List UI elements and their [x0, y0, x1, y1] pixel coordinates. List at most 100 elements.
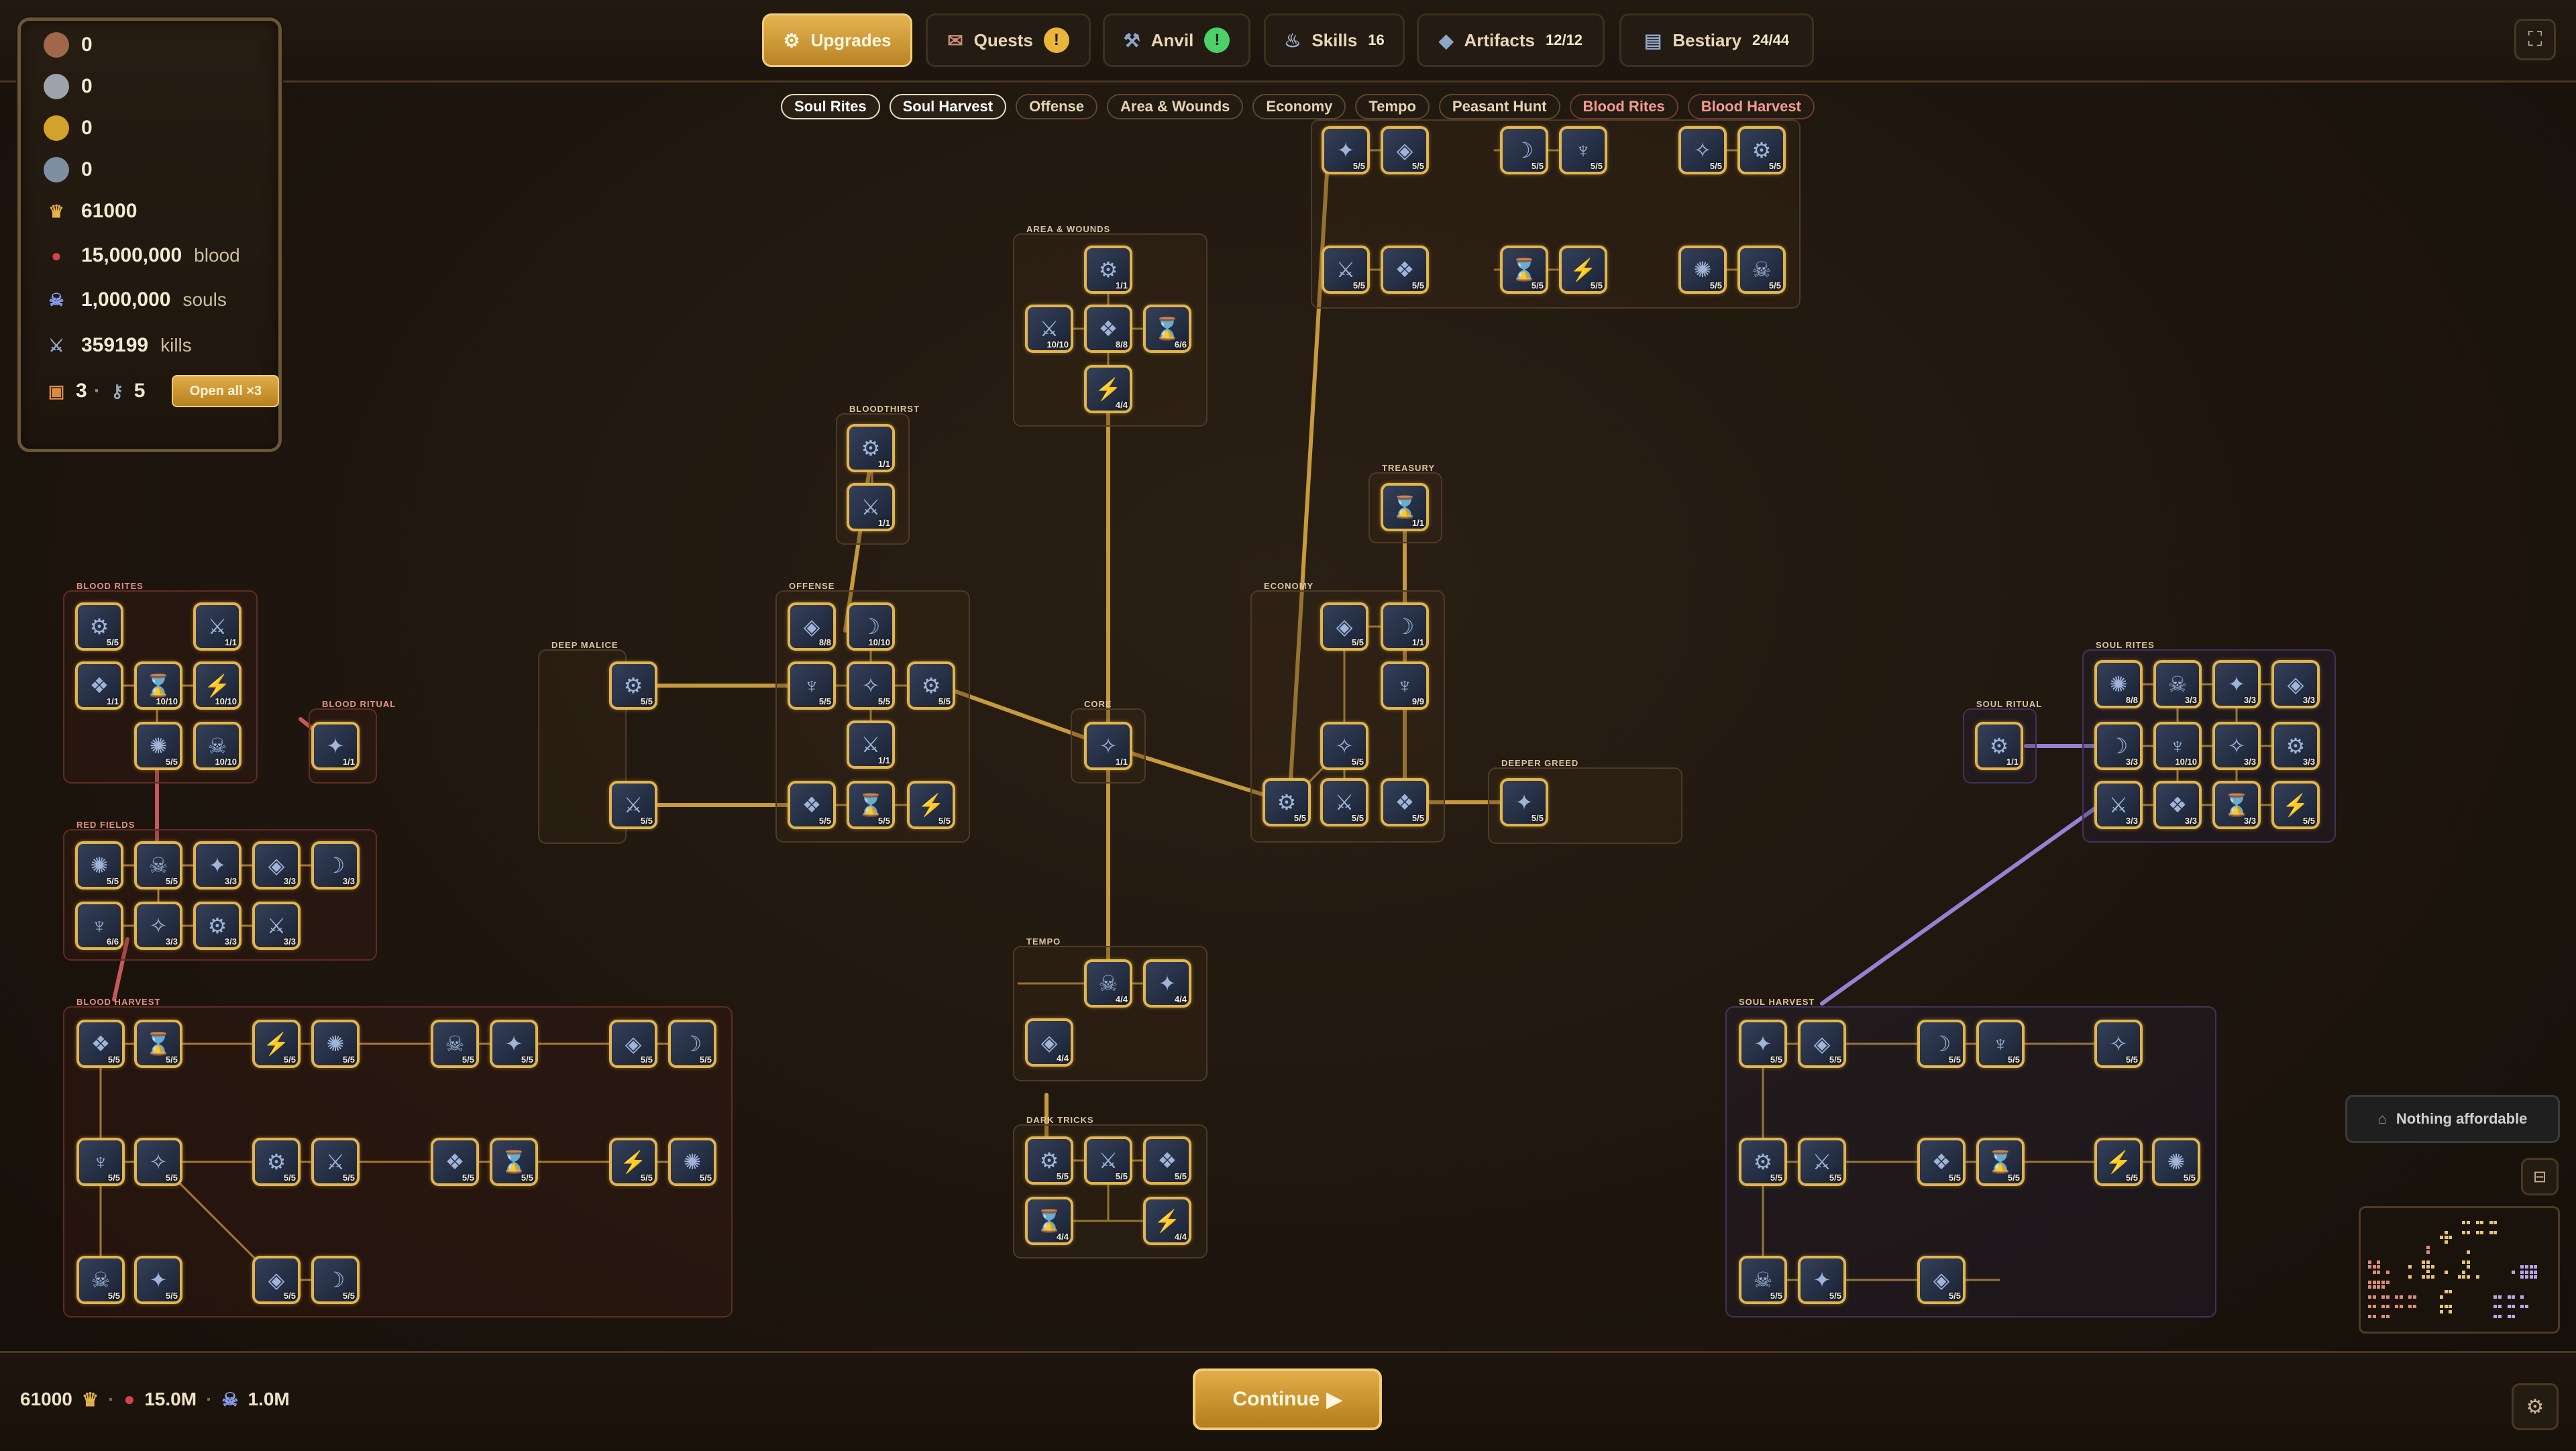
skill-node-area-wounds[interactable]: ⚙ 1/1 — [1084, 246, 1132, 294]
skill-node-blood-harvest[interactable]: ✦ 5/5 — [490, 1020, 538, 1068]
skill-node-blood-rites[interactable]: ⚡ 10/10 — [193, 661, 241, 710]
skill-node-blood-harvest[interactable]: ⚔ 5/5 — [311, 1138, 360, 1186]
skill-node-blood-harvest[interactable]: ⌛ 5/5 — [134, 1020, 182, 1068]
skill-node-soul-harvest[interactable]: ☽ 5/5 — [1917, 1020, 1966, 1068]
skill-node-tempo[interactable]: ✦ 4/4 — [1143, 959, 1191, 1008]
skill-node-soul-harvest[interactable]: ❖ 5/5 — [1917, 1138, 1966, 1186]
collapse-button[interactable]: ⊟ — [2521, 1158, 2559, 1195]
skill-node-dark-tricks[interactable]: ⚡ 4/4 — [1143, 1197, 1191, 1245]
skill-node-offense[interactable]: ♆ 5/5 — [788, 661, 836, 710]
skill-node-blood-harvest[interactable]: ✺ 5/5 — [311, 1020, 360, 1068]
skill-node-peasant-hunt[interactable]: ⌛ 5/5 — [1500, 246, 1548, 294]
skill-node-soul-ritual[interactable]: ⚙ 1/1 — [1975, 722, 2023, 770]
skill-node-red-fields[interactable]: ☽ 3/3 — [311, 841, 360, 890]
skill-node-dark-tricks[interactable]: ⚔ 5/5 — [1084, 1136, 1132, 1185]
skill-node-peasant-hunt[interactable]: ⚔ 5/5 — [1322, 246, 1370, 294]
skill-node-soul-rites[interactable]: ♆ 10/10 — [2153, 722, 2202, 770]
skill-node-bloodthirst[interactable]: ⚔ 1/1 — [847, 483, 895, 531]
skill-node-peasant-hunt[interactable]: ◈ 5/5 — [1381, 126, 1429, 174]
skill-node-blood-harvest[interactable]: ⌛ 5/5 — [490, 1138, 538, 1186]
skill-node-peasant-hunt[interactable]: ☠ 5/5 — [1737, 246, 1786, 294]
minimap[interactable] — [2359, 1206, 2560, 1334]
skill-node-economy[interactable]: ◈ 5/5 — [1320, 602, 1368, 651]
skill-node-soul-rites[interactable]: ✦ 3/3 — [2212, 660, 2261, 708]
skill-node-economy[interactable]: ❖ 5/5 — [1381, 778, 1429, 826]
skill-node-blood-rites[interactable]: ⚔ 1/1 — [193, 602, 241, 651]
skill-node-blood-harvest[interactable]: ✦ 5/5 — [134, 1256, 182, 1304]
skill-node-red-fields[interactable]: ✦ 3/3 — [193, 841, 241, 890]
skill-node-economy[interactable]: ✧ 5/5 — [1320, 722, 1368, 770]
skill-node-soul-rites[interactable]: ✧ 3/3 — [2212, 722, 2261, 770]
skill-node-blood-harvest[interactable]: ✧ 5/5 — [134, 1138, 182, 1186]
skill-node-peasant-hunt[interactable]: ✦ 5/5 — [1322, 126, 1370, 174]
skill-node-peasant-hunt[interactable]: ❖ 5/5 — [1381, 246, 1429, 294]
skill-node-dark-tricks[interactable]: ⌛ 4/4 — [1025, 1197, 1073, 1245]
settings-button[interactable]: ⚙ — [2512, 1383, 2559, 1430]
skill-node-blood-rites[interactable]: ⚙ 5/5 — [75, 602, 123, 651]
skill-node-deep-malice[interactable]: ⚔ 5/5 — [609, 781, 657, 829]
skill-node-red-fields[interactable]: ◈ 3/3 — [252, 841, 301, 890]
skill-node-offense[interactable]: ❖ 5/5 — [788, 781, 836, 829]
continue-button[interactable]: Continue ▶ — [1193, 1368, 1382, 1430]
skill-node-soul-harvest[interactable]: ⌛ 5/5 — [1976, 1138, 2025, 1186]
skill-node-peasant-hunt[interactable]: ☽ 5/5 — [1500, 126, 1548, 174]
skill-node-treasury[interactable]: ⌛ 1/1 — [1381, 483, 1429, 531]
skill-node-offense[interactable]: ✧ 5/5 — [847, 661, 895, 710]
skill-node-offense[interactable]: ⚡ 5/5 — [907, 781, 955, 829]
skill-node-blood-rites[interactable]: ☠ 10/10 — [193, 722, 241, 770]
skill-node-peasant-hunt[interactable]: ♆ 5/5 — [1559, 126, 1607, 174]
skill-node-soul-rites[interactable]: ✺ 8/8 — [2094, 660, 2143, 708]
skill-node-soul-harvest[interactable]: ♆ 5/5 — [1976, 1020, 2025, 1068]
skill-node-soul-rites[interactable]: ⚡ 5/5 — [2271, 781, 2320, 829]
skill-node-blood-harvest[interactable]: ◈ 5/5 — [609, 1020, 657, 1068]
skill-node-offense[interactable]: ⌛ 5/5 — [847, 781, 895, 829]
skill-node-red-fields[interactable]: ⚔ 3/3 — [252, 902, 301, 950]
skill-node-dark-tricks[interactable]: ⚙ 5/5 — [1025, 1136, 1073, 1185]
skill-node-red-fields[interactable]: ✧ 3/3 — [134, 902, 182, 950]
skill-node-area-wounds[interactable]: ⚔ 10/10 — [1025, 305, 1073, 353]
skill-node-blood-harvest[interactable]: ☠ 5/5 — [76, 1256, 125, 1304]
skill-node-soul-harvest[interactable]: ✺ 5/5 — [2152, 1138, 2200, 1186]
skill-node-blood-rites[interactable]: ❖ 1/1 — [75, 661, 123, 710]
skill-node-soul-rites[interactable]: ⌛ 3/3 — [2212, 781, 2261, 829]
skill-node-red-fields[interactable]: ✺ 5/5 — [75, 841, 123, 890]
skill-node-deeper-greed[interactable]: ✦ 5/5 — [1500, 778, 1548, 826]
skill-node-soul-harvest[interactable]: ✦ 5/5 — [1798, 1256, 1846, 1304]
skill-node-offense[interactable]: ⚙ 5/5 — [907, 661, 955, 710]
skill-node-dark-tricks[interactable]: ❖ 5/5 — [1143, 1136, 1191, 1185]
skill-node-peasant-hunt[interactable]: ⚙ 5/5 — [1737, 126, 1786, 174]
skill-node-red-fields[interactable]: ♆ 6/6 — [75, 902, 123, 950]
skill-node-economy[interactable]: ⚔ 5/5 — [1320, 778, 1368, 826]
skill-node-blood-ritual[interactable]: ✦ 1/1 — [311, 722, 360, 770]
skill-node-area-wounds[interactable]: ❖ 8/8 — [1084, 305, 1132, 353]
skill-node-soul-harvest[interactable]: ⚙ 5/5 — [1739, 1138, 1787, 1186]
skill-node-blood-harvest[interactable]: ☽ 5/5 — [668, 1020, 716, 1068]
skill-node-deep-malice[interactable]: ⚙ 5/5 — [609, 661, 657, 710]
skill-node-blood-harvest[interactable]: ❖ 5/5 — [76, 1020, 125, 1068]
skill-node-offense[interactable]: ⚔ 1/1 — [847, 720, 895, 769]
skill-node-blood-harvest[interactable]: ☠ 5/5 — [431, 1020, 479, 1068]
skill-node-blood-harvest[interactable]: ☽ 5/5 — [311, 1256, 360, 1304]
skill-node-soul-rites[interactable]: ◈ 3/3 — [2271, 660, 2320, 708]
skill-node-soul-rites[interactable]: ❖ 3/3 — [2153, 781, 2202, 829]
skill-node-soul-rites[interactable]: ☠ 3/3 — [2153, 660, 2202, 708]
skill-node-blood-harvest[interactable]: ⚙ 5/5 — [252, 1138, 301, 1186]
skill-node-blood-rites[interactable]: ✺ 5/5 — [134, 722, 182, 770]
skill-node-red-fields[interactable]: ☠ 5/5 — [134, 841, 182, 890]
skill-node-economy[interactable]: ⚙ 5/5 — [1263, 778, 1311, 826]
skill-node-soul-harvest[interactable]: ◈ 5/5 — [1917, 1256, 1966, 1304]
skill-node-soul-harvest[interactable]: ✧ 5/5 — [2094, 1020, 2143, 1068]
skill-node-tempo[interactable]: ◈ 4/4 — [1025, 1018, 1073, 1067]
skill-node-soul-rites[interactable]: ⚙ 3/3 — [2271, 722, 2320, 770]
skill-node-peasant-hunt[interactable]: ✧ 5/5 — [1678, 126, 1727, 174]
nothing-affordable-box[interactable]: ⌂ Nothing affordable — [2345, 1095, 2560, 1143]
skill-node-offense[interactable]: ◈ 8/8 — [788, 602, 836, 651]
skill-node-economy[interactable]: ☽ 1/1 — [1381, 602, 1429, 651]
skill-node-blood-harvest[interactable]: ⚡ 5/5 — [252, 1020, 301, 1068]
skill-node-bloodthirst[interactable]: ⚙ 1/1 — [847, 424, 895, 472]
skill-node-blood-harvest[interactable]: ❖ 5/5 — [431, 1138, 479, 1186]
skill-node-economy[interactable]: ♆ 9/9 — [1381, 661, 1429, 710]
skill-node-soul-rites[interactable]: ☽ 3/3 — [2094, 722, 2143, 770]
skill-node-blood-rites[interactable]: ⌛ 10/10 — [134, 661, 182, 710]
skill-node-peasant-hunt[interactable]: ✺ 5/5 — [1678, 246, 1727, 294]
